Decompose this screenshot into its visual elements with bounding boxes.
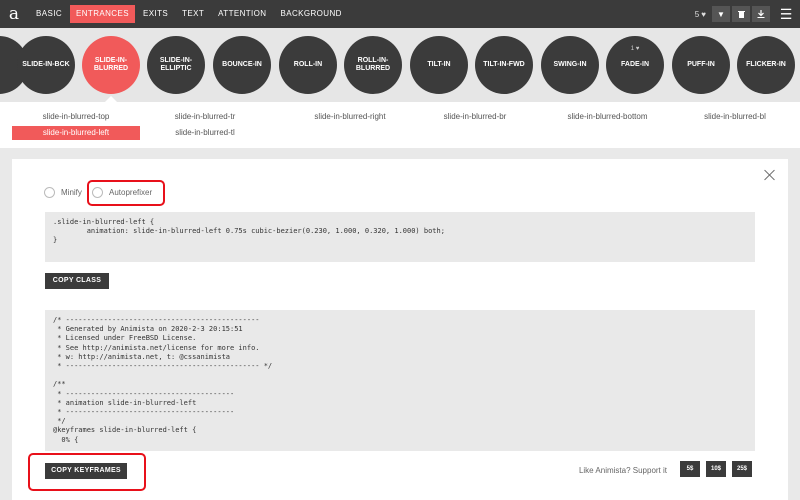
filter-icon: ▼ (717, 9, 725, 19)
keyframes-code-block[interactable]: /* -------------------------------------… (45, 310, 755, 451)
download-icon (757, 10, 765, 18)
class-code-block[interactable]: .slide-in-blurred-left { animation: slid… (45, 212, 755, 262)
nav-text[interactable]: TEXT (176, 5, 210, 23)
minify-option[interactable]: Minify (44, 187, 82, 198)
variant-item[interactable]: slide-in-blurred-top (12, 110, 140, 124)
nav-entrances[interactable]: ENTRANCES (70, 5, 135, 23)
top-bar: a BASIC ENTRANCES EXITS TEXT ATTENTION B… (0, 0, 800, 28)
trash-icon (737, 11, 745, 18)
animation-circle[interactable]: ROLL-IN-BLURRED (344, 36, 402, 94)
nav-exits[interactable]: EXITS (137, 5, 174, 23)
highlight-annotation (28, 453, 146, 491)
animista-logo[interactable]: a (0, 0, 28, 28)
support-text: Like Animista? Support it (578, 466, 667, 475)
animation-circle[interactable]: FLICKER-IN (737, 36, 795, 94)
variant-item-active[interactable]: slide-in-blurred-left (12, 126, 140, 140)
likes-count: 5 (694, 9, 700, 19)
animation-circle[interactable]: SLIDE-IN-ELLIPTIC (147, 36, 205, 94)
download-button[interactable] (752, 6, 770, 22)
minify-radio[interactable] (44, 187, 55, 198)
circle-likes: 1 ♥ (630, 46, 640, 52)
animation-label: SLIDE-IN-ELLIPTIC (159, 56, 193, 72)
nav-attention[interactable]: ATTENTION (212, 5, 272, 23)
nav-background[interactable]: BACKGROUND (274, 5, 347, 23)
minify-label: Minify (61, 188, 82, 197)
delete-button[interactable] (732, 6, 750, 22)
animation-label: TILT-IN-FWD (483, 60, 525, 68)
variant-list: slide-in-blurred-top slide-in-blurred-tr… (0, 102, 800, 148)
animation-circle[interactable]: BOUNCE-IN (213, 36, 271, 94)
animation-label: BOUNCE-IN (222, 60, 262, 68)
variant-item[interactable]: slide-in-blurred-tl (150, 126, 260, 140)
animation-label: TILT-IN (427, 60, 451, 68)
animation-circle[interactable]: 1 ♥ FADE-IN (606, 36, 664, 94)
animation-circle[interactable]: SWING-IN (541, 36, 599, 94)
variant-item[interactable]: slide-in-blurred-bl (680, 110, 790, 124)
animation-carousel: D SLIDE-IN-BCK SLIDE-IN-BLURRED SLIDE-IN… (0, 28, 800, 102)
category-nav: BASIC ENTRANCES EXITS TEXT ATTENTION BAC… (30, 0, 350, 28)
variant-item[interactable]: slide-in-blurred-tr (150, 110, 260, 124)
heart-icon: ♥ (701, 9, 706, 19)
topbar-actions: 5 ♥ ▼ ☰ (695, 0, 800, 28)
highlight-annotation (87, 180, 165, 206)
animation-circle-active[interactable]: SLIDE-IN-BLURRED (82, 36, 140, 94)
donate-10-button[interactable]: 10$ (706, 461, 726, 477)
animation-label: SWING-IN (553, 60, 587, 68)
filter-button[interactable]: ▼ (712, 6, 730, 22)
animation-label: ROLL-IN (293, 60, 323, 68)
variant-item[interactable]: slide-in-blurred-bottom (540, 110, 675, 124)
animation-circle[interactable]: PUFF-IN (672, 36, 730, 94)
animation-label: FADE-IN (621, 60, 649, 68)
animation-circle[interactable]: SLIDE-IN-BCK (17, 36, 75, 94)
donate-5-button[interactable]: 5$ (680, 461, 700, 477)
close-icon[interactable] (764, 169, 776, 181)
animation-circle[interactable]: TILT-IN (410, 36, 468, 94)
animation-label: PUFF-IN (687, 60, 715, 68)
copy-class-button[interactable]: COPY CLASS (45, 273, 109, 289)
animation-circle[interactable]: ROLL-IN (279, 36, 337, 94)
likes-counter[interactable]: 5 ♥ (695, 10, 706, 19)
donate-25-button[interactable]: 25$ (732, 461, 752, 477)
nav-basic[interactable]: BASIC (30, 5, 68, 23)
animation-label: ROLL-IN-BLURRED (355, 56, 391, 72)
animation-label: FLICKER-IN (746, 60, 786, 68)
animation-label: SLIDE-IN-BLURRED (93, 56, 129, 72)
animation-label: SLIDE-IN-BCK (22, 60, 70, 68)
variant-item[interactable]: slide-in-blurred-right (285, 110, 415, 124)
animation-circle[interactable]: TILT-IN-FWD (475, 36, 533, 94)
menu-icon[interactable]: ☰ (772, 0, 800, 28)
variant-item[interactable]: slide-in-blurred-br (420, 110, 530, 124)
code-panel: Minify Autoprefixer .slide-in-blurred-le… (12, 159, 788, 500)
